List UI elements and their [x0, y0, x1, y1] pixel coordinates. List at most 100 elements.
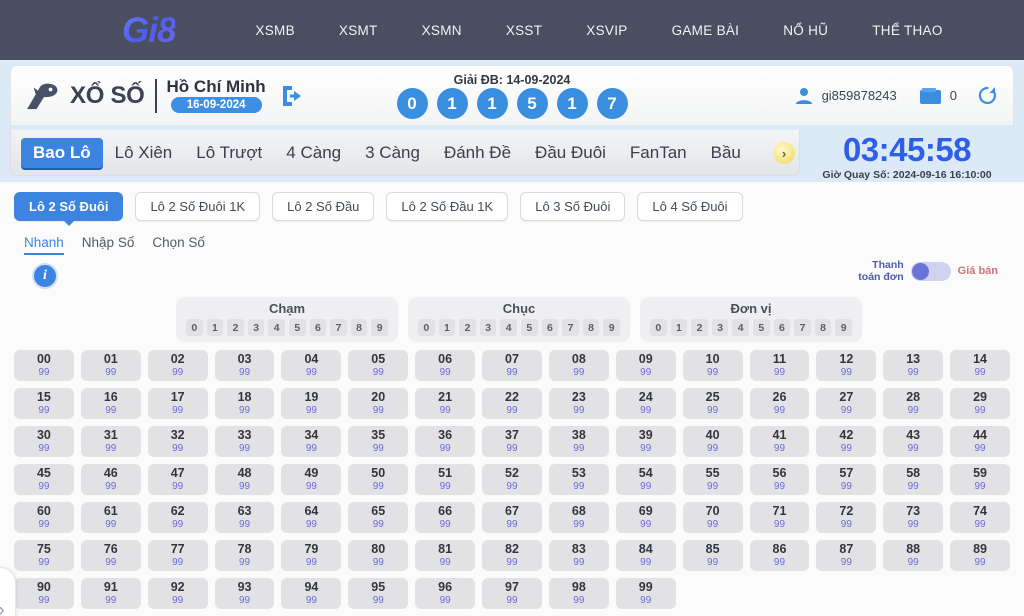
number-cell[interactable]: 63 99 — [214, 502, 275, 533]
number-cell[interactable]: 05 99 — [348, 350, 409, 381]
filter-digit[interactable]: 3 — [247, 319, 265, 336]
number-cell[interactable]: 86 99 — [749, 540, 810, 571]
number-cell[interactable]: 42 99 — [816, 426, 877, 457]
number-cell[interactable]: 21 99 — [415, 388, 476, 419]
number-cell[interactable]: 34 99 — [281, 426, 342, 457]
number-cell[interactable]: 22 99 — [482, 388, 542, 419]
number-cell[interactable]: 97 99 — [482, 578, 542, 609]
number-cell[interactable]: 64 99 — [281, 502, 342, 533]
number-cell[interactable]: 66 99 — [415, 502, 476, 533]
tab-danh-de[interactable]: Đánh Đề — [432, 138, 523, 168]
number-cell[interactable]: 04 99 — [281, 350, 342, 381]
number-cell[interactable]: 33 99 — [214, 426, 275, 457]
filter-digit[interactable]: 4 — [500, 319, 517, 336]
filter-digit[interactable]: 5 — [521, 319, 538, 336]
number-cell[interactable]: 38 99 — [548, 426, 609, 457]
number-cell[interactable]: 84 99 — [615, 540, 676, 571]
number-cell[interactable]: 01 99 — [80, 350, 141, 381]
number-cell[interactable]: 57 99 — [816, 464, 877, 495]
filter-digit[interactable]: 5 — [289, 319, 306, 336]
number-cell[interactable]: 54 99 — [615, 464, 676, 495]
number-cell[interactable]: 90 99 — [14, 578, 74, 609]
number-cell[interactable]: 80 99 — [348, 540, 409, 571]
tab-bau[interactable]: Bầu — [699, 138, 753, 168]
number-cell[interactable]: 43 99 — [883, 426, 944, 457]
number-cell[interactable]: 81 99 — [415, 540, 476, 571]
number-cell[interactable]: 18 99 — [214, 388, 275, 419]
number-cell[interactable]: 59 99 — [950, 464, 1010, 495]
number-cell[interactable]: 76 99 — [80, 540, 141, 571]
number-cell[interactable]: 58 99 — [883, 464, 944, 495]
filter-digit[interactable]: 1 — [206, 319, 224, 336]
chevron-right-icon[interactable]: › — [773, 142, 795, 164]
number-cell[interactable]: 41 99 — [749, 426, 810, 457]
filter-digit[interactable]: 6 — [541, 319, 559, 336]
number-cell[interactable]: 29 99 — [950, 388, 1010, 419]
number-cell[interactable]: 24 99 — [615, 388, 676, 419]
filter-digit[interactable]: 7 — [330, 319, 347, 336]
number-cell[interactable]: 48 99 — [214, 464, 275, 495]
number-cell[interactable]: 67 99 — [482, 502, 542, 533]
number-cell[interactable]: 50 99 — [348, 464, 409, 495]
filter-digit[interactable]: 9 — [835, 319, 852, 336]
filter-digit[interactable]: 8 — [350, 319, 368, 336]
subtab-lo-2-so-duoi-1k[interactable]: Lô 2 Số Đuôi 1K — [135, 192, 261, 221]
nav-item-xsmt[interactable]: XSMT — [317, 23, 400, 38]
tab-fantan[interactable]: FanTan — [618, 138, 699, 168]
number-cell[interactable]: 75 99 — [14, 540, 74, 571]
mode-nhanh[interactable]: Nhanh — [24, 235, 64, 255]
number-cell[interactable]: 00 99 — [14, 350, 74, 381]
number-cell[interactable]: 52 99 — [482, 464, 542, 495]
number-cell[interactable]: 37 99 — [482, 426, 542, 457]
subtab-lo-2-so-dau-1k[interactable]: Lô 2 Số Đầu 1K — [386, 192, 509, 221]
filter-digit[interactable]: 5 — [753, 319, 770, 336]
number-cell[interactable]: 36 99 — [415, 426, 476, 457]
number-cell[interactable]: 56 99 — [749, 464, 810, 495]
number-cell[interactable]: 77 99 — [147, 540, 208, 571]
number-cell[interactable]: 08 99 — [548, 350, 609, 381]
number-cell[interactable]: 98 99 — [548, 578, 609, 609]
number-cell[interactable]: 11 99 — [749, 350, 810, 381]
tab-4-cang[interactable]: 4 Càng — [274, 138, 353, 168]
subtab-lo-4-so-duoi[interactable]: Lô 4 Số Đuôi — [637, 192, 743, 221]
number-cell[interactable]: 62 99 — [147, 502, 208, 533]
number-cell[interactable]: 61 99 — [80, 502, 141, 533]
number-cell[interactable]: 12 99 — [816, 350, 877, 381]
number-cell[interactable]: 26 99 — [749, 388, 810, 419]
nav-item-no-hu[interactable]: NỔ HŨ — [761, 23, 850, 38]
number-cell[interactable]: 79 99 — [281, 540, 342, 571]
number-cell[interactable]: 74 99 — [950, 502, 1010, 533]
number-cell[interactable]: 68 99 — [548, 502, 609, 533]
number-cell[interactable]: 44 99 — [950, 426, 1010, 457]
tab-bao-lo[interactable]: Bao Lô — [21, 137, 103, 168]
subtab-lo-3-so-duoi[interactable]: Lô 3 Số Đuôi — [520, 192, 626, 221]
number-cell[interactable]: 40 99 — [682, 426, 743, 457]
number-cell[interactable]: 28 99 — [883, 388, 944, 419]
number-cell[interactable]: 73 99 — [883, 502, 944, 533]
number-cell[interactable]: 71 99 — [749, 502, 810, 533]
mode-chon-so[interactable]: Chọn Số — [152, 235, 205, 255]
nav-item-the-thao[interactable]: THỂ THAO — [850, 23, 964, 38]
wallet-icon[interactable] — [919, 87, 941, 104]
number-cell[interactable]: 65 99 — [348, 502, 409, 533]
tab-lo-truot[interactable]: Lô Trượt — [184, 138, 274, 168]
nav-item-xsmb[interactable]: XSMB — [233, 23, 316, 38]
filter-digit[interactable]: 8 — [814, 319, 832, 336]
info-icon[interactable]: i — [32, 263, 58, 289]
filter-digit[interactable]: 4 — [268, 319, 285, 336]
filter-digit[interactable]: 1 — [438, 319, 456, 336]
sidebar-expand-toggle[interactable]: › — [0, 567, 16, 616]
number-cell[interactable]: 02 99 — [147, 350, 208, 381]
exit-icon[interactable] — [280, 84, 306, 108]
filter-digit[interactable]: 9 — [603, 319, 620, 336]
site-logo[interactable]: Gi8 — [122, 13, 176, 48]
filter-digit[interactable]: 4 — [732, 319, 749, 336]
number-cell[interactable]: 69 99 — [615, 502, 676, 533]
number-cell[interactable]: 06 99 — [415, 350, 476, 381]
nav-item-game-bai[interactable]: GAME BÀI — [650, 23, 762, 38]
filter-digit[interactable]: 3 — [479, 319, 497, 336]
filter-digit[interactable]: 2 — [691, 319, 708, 336]
number-cell[interactable]: 60 99 — [14, 502, 74, 533]
filter-digit[interactable]: 6 — [773, 319, 791, 336]
number-cell[interactable]: 10 99 — [682, 350, 743, 381]
